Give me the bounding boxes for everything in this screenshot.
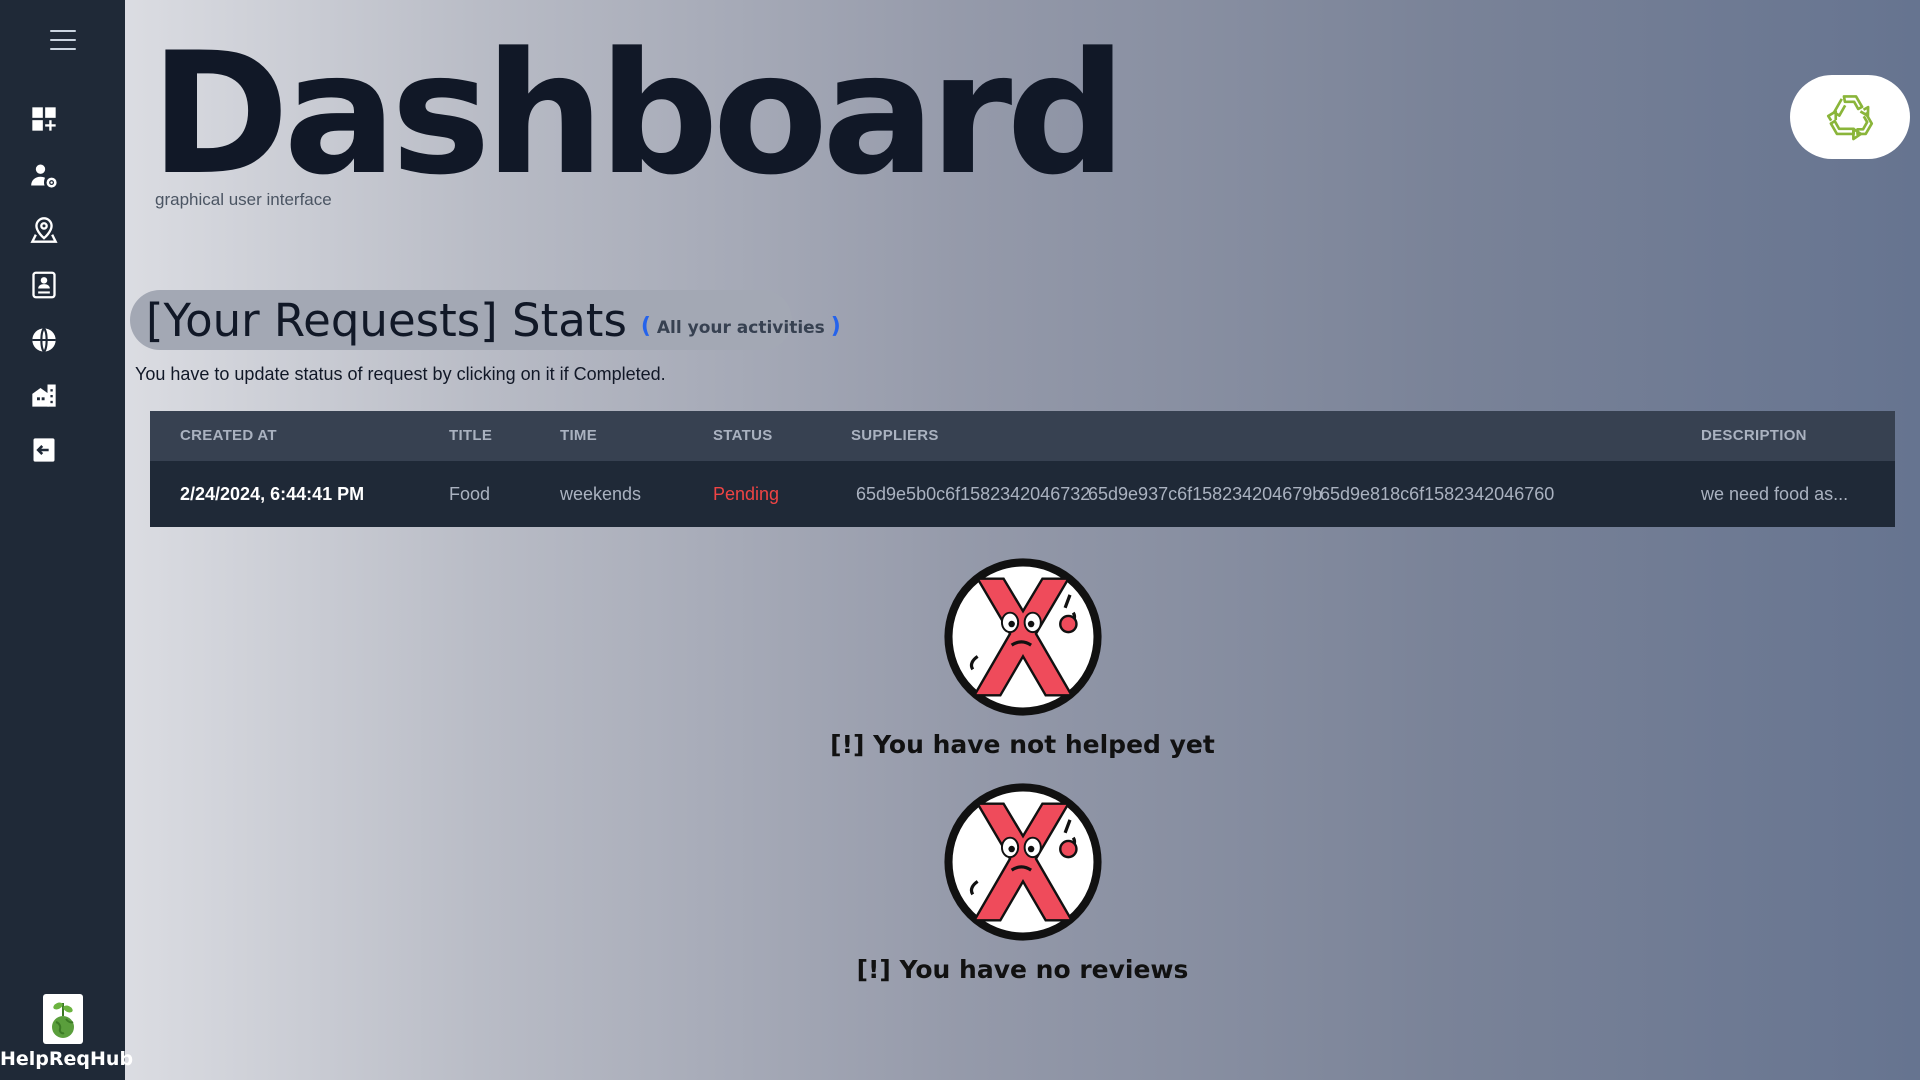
all-activities-label: All your activities — [656, 317, 825, 338]
cell-supplier: 65d9e5b0c6f1582342046732 — [856, 484, 1091, 504]
buildings-icon — [32, 384, 56, 407]
no-reviews-message: [!] You have no reviews — [856, 955, 1189, 984]
paren-open: ( — [640, 313, 651, 339]
stats-header: [Your Requests] Stats ( All your activit… — [130, 290, 841, 350]
sidebar-item-dashboard[interactable] — [26, 101, 62, 137]
table-row[interactable]: 2/24/2024, 6:44:41 PM Food weekends Pend… — [150, 461, 1895, 527]
column-header-description: DESCRIPTION — [1701, 427, 1807, 444]
dashboard-add-icon — [32, 107, 56, 131]
earth-plant-icon — [51, 1002, 74, 1038]
brand-name: HelpReqHub — [0, 1048, 134, 1070]
menu-icon-bar — [50, 48, 76, 50]
not-helped-message: [!] You have not helped yet — [830, 730, 1215, 759]
user-settings-icon — [31, 164, 57, 188]
cell-created-at: 2/24/2024, 6:44:41 PM — [180, 484, 365, 504]
sidebar-item-contacts[interactable] — [26, 267, 62, 303]
empty-state-reviews: [!] You have no reviews — [800, 781, 1245, 984]
menu-icon[interactable] — [50, 30, 76, 50]
sidebar-item-user-settings[interactable] — [26, 157, 62, 193]
sidebar-item-logout[interactable] — [26, 432, 62, 468]
sidebar-item-location[interactable] — [26, 212, 62, 248]
page-subtitle: graphical user interface — [155, 190, 332, 209]
paren-close: ) — [830, 313, 841, 339]
empty-state-helped: [!] You have not helped yet — [800, 556, 1245, 759]
brand: HelpReqHub — [0, 994, 134, 1070]
sad-x-icon — [943, 783, 1102, 941]
cell-status: Pending — [713, 484, 780, 504]
brand-logo — [42, 994, 83, 1044]
stats-title: [Your Requests] Stats — [146, 293, 627, 347]
page-title: Dashboard — [150, 16, 1127, 212]
contact-card-icon — [32, 271, 56, 299]
recycle-icon — [1826, 95, 1874, 141]
location-pin-icon — [30, 217, 58, 243]
all-activities-link[interactable]: ( All your activities ) — [641, 314, 841, 339]
table-header: CREATED AT TITLE TIME STATUS SUPPLIERS D… — [150, 411, 1895, 461]
menu-icon-bar — [50, 39, 76, 41]
recycle-button[interactable] — [1790, 75, 1910, 159]
column-header-created-at: CREATED AT — [180, 427, 277, 444]
column-header-title: TITLE — [449, 427, 493, 444]
sidebar-item-globe[interactable] — [26, 322, 62, 358]
cell-title: Food — [449, 484, 491, 504]
column-header-status: STATUS — [713, 427, 773, 444]
menu-icon-bar — [50, 30, 76, 32]
logout-icon — [33, 438, 55, 462]
requests-table: CREATED AT TITLE TIME STATUS SUPPLIERS D… — [150, 411, 1895, 527]
cell-time: weekends — [560, 484, 642, 504]
column-header-suppliers: SUPPLIERS — [851, 427, 939, 444]
cell-description: we need food as... — [1701, 484, 1849, 504]
cell-supplier: 65d9e818c6f1582342046760 — [1320, 484, 1555, 504]
sidebar: HelpReqHub — [0, 0, 134, 1080]
cell-supplier: 65d9e937c6f158234204679b — [1088, 484, 1323, 504]
update-status-hint: You have to update status of request by … — [135, 364, 666, 384]
globe-icon — [32, 327, 56, 353]
column-header-time: TIME — [560, 427, 598, 444]
sidebar-item-buildings[interactable] — [26, 377, 62, 413]
sad-x-icon — [943, 558, 1102, 716]
